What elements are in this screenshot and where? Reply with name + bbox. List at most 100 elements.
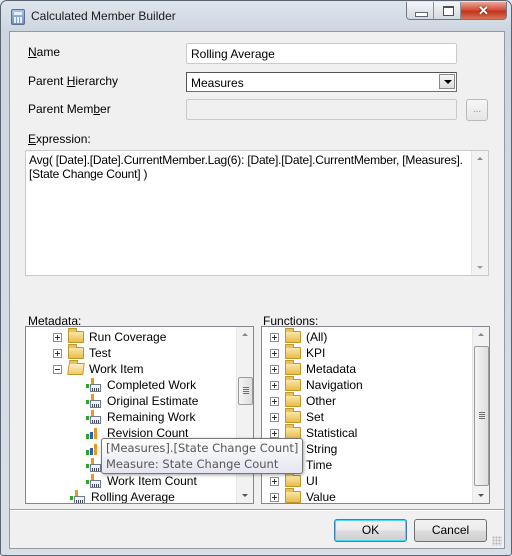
scroll-up-icon[interactable] (472, 151, 489, 167)
parent-member-label: Parent Member (28, 102, 111, 116)
tree-item-label: (All) (306, 330, 328, 344)
tree-item-label: Work Item (89, 362, 144, 376)
tree-item-label: String (306, 442, 338, 456)
function-category-item[interactable]: Set (270, 408, 325, 425)
tooltip-unique-name: [Measures].[State Change Count] (106, 441, 299, 455)
metadata-tree-item[interactable]: Work Item (53, 361, 143, 377)
function-category-item[interactable]: Value (270, 488, 336, 504)
metadata-tree[interactable]: Run Coverage Test Work Item Completed Work O… (25, 326, 254, 504)
scroll-down-icon[interactable] (472, 259, 489, 275)
expand-icon[interactable] (270, 348, 279, 358)
folder-icon (285, 472, 301, 487)
expand-icon[interactable] (270, 492, 279, 502)
folder-icon (285, 376, 301, 391)
function-category-item[interactable]: UI (270, 472, 318, 489)
folder-icon (285, 392, 301, 407)
folder-icon (285, 408, 301, 423)
tree-item-label: Set (306, 410, 325, 424)
calculated-measure-icon (86, 378, 104, 392)
tooltip-caption: Measure: State Change Count (106, 457, 279, 471)
tree-item-label: Other (306, 394, 337, 408)
tree-item-label: Remaining Work (107, 410, 196, 424)
expression-text: Avg( [Date].[Date].CurrentMember.Lag(6):… (29, 153, 463, 181)
dialog-client-area: Name Rolling Average Parent Hierarchy Me… (9, 31, 505, 549)
function-category-item[interactable]: Navigation (270, 376, 363, 393)
window-title: Calculated Member Builder (31, 9, 176, 23)
expand-icon[interactable] (270, 364, 279, 374)
tree-item-label: Original Estimate (107, 394, 199, 408)
measure-icon (86, 427, 100, 439)
metadata-tree-item[interactable]: Remaining Work (86, 409, 195, 425)
metadata-tree-item[interactable]: Test (53, 344, 111, 361)
parent-hierarchy-select[interactable]: Measures (186, 72, 457, 92)
calculated-member-builder-window: Calculated Member Builder ✕ Name Rolling… (0, 0, 512, 556)
function-category-item[interactable]: KPI (270, 344, 326, 361)
expand-icon[interactable] (270, 412, 279, 422)
folder-icon (285, 344, 301, 359)
name-label: Name (28, 45, 60, 59)
tree-item-label: Value (306, 490, 336, 504)
tree-item-label: UI (306, 474, 318, 488)
calculated-measure-icon (70, 490, 88, 503)
expression-textarea[interactable]: Avg( [Date].[Date].CurrentMember.Lag(6):… (25, 150, 489, 276)
tree-item-label: KPI (306, 346, 326, 360)
chevron-down-icon[interactable] (439, 74, 455, 89)
metadata-tree-item[interactable]: Rolling Average (70, 489, 175, 504)
title-bar[interactable]: Calculated Member Builder ✕ (1, 1, 511, 31)
folder-icon (285, 488, 301, 503)
tree-item-label: Run Coverage (89, 330, 167, 344)
expand-icon[interactable] (270, 396, 279, 406)
parent-member-label-rest: er (100, 102, 111, 116)
close-icon: ✕ (478, 3, 489, 18)
metadata-tooltip: [Measures].[State Change Count] Measure:… (101, 438, 304, 474)
metadata-tree-item[interactable]: Original Estimate (86, 393, 198, 409)
function-category-item[interactable]: (All) (270, 328, 328, 345)
metadata-scrollbar[interactable] (236, 327, 253, 503)
minimize-button[interactable] (407, 2, 434, 19)
tree-item-label: Rolling Average (91, 490, 175, 504)
functions-scrollbar[interactable] (472, 327, 489, 503)
ok-button[interactable]: OK (334, 519, 407, 542)
function-category-item[interactable]: Metadata (270, 360, 357, 377)
maximize-button[interactable] (434, 2, 461, 19)
folder-open-icon (67, 363, 85, 375)
measure-icon (86, 443, 100, 455)
function-category-item[interactable]: Other (270, 392, 337, 409)
tree-item-label: Statistical (306, 426, 358, 440)
tree-item-label: Work Item Count (107, 474, 197, 488)
metadata-tree-item[interactable]: Run Coverage (53, 328, 167, 345)
name-input[interactable]: Rolling Average (186, 43, 457, 64)
resize-grip[interactable] (492, 536, 502, 546)
expand-icon[interactable] (53, 348, 62, 358)
caption-buttons: ✕ (406, 2, 507, 20)
functions-tree[interactable]: (All) KPI Metadata Navigation Other Set Statis… (261, 326, 490, 504)
expand-icon[interactable] (270, 428, 279, 438)
expression-scrollbar[interactable] (471, 151, 488, 275)
expand-icon[interactable] (270, 476, 279, 486)
name-label-rest: ame (36, 45, 61, 59)
folder-icon (68, 344, 84, 359)
metadata-tree-item[interactable]: Completed Work (86, 377, 196, 393)
close-button[interactable]: ✕ (461, 2, 506, 19)
tree-item-label: Metadata (306, 362, 357, 376)
expand-icon[interactable] (53, 332, 62, 342)
browse-parent-member-button[interactable]: ... (466, 99, 488, 121)
calculated-measure-icon (86, 394, 104, 408)
collapse-icon[interactable] (53, 364, 62, 374)
metadata-tree-item[interactable]: Work Item Count (86, 473, 197, 489)
expand-icon[interactable] (270, 380, 279, 390)
scroll-down-icon[interactable] (473, 487, 489, 503)
expand-icon[interactable] (270, 332, 279, 342)
scroll-down-icon[interactable] (237, 487, 253, 503)
tree-item-label: Completed Work (107, 378, 197, 392)
folder-icon (68, 328, 84, 343)
scroll-thumb[interactable] (474, 346, 489, 486)
calculated-measure-icon (86, 410, 104, 424)
parent-member-input (186, 99, 457, 120)
scroll-up-icon[interactable] (473, 327, 489, 343)
expression-label-accel: E (28, 132, 37, 146)
parent-hierarchy-label: Parent Hierarchy (28, 74, 118, 88)
cancel-button[interactable]: Cancel (414, 519, 487, 542)
scroll-up-icon[interactable] (237, 327, 253, 343)
scroll-thumb[interactable] (238, 377, 253, 405)
